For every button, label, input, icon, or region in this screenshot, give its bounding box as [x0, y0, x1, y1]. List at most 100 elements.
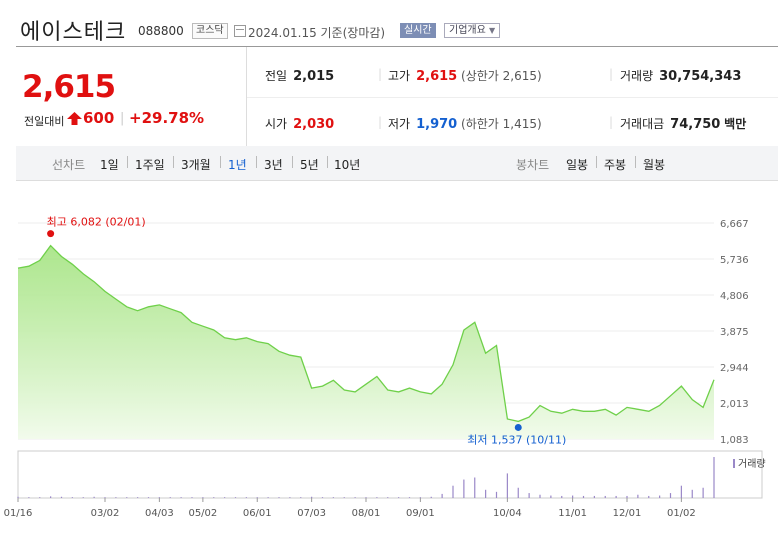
volume-bar	[158, 497, 160, 498]
tab-weekly[interactable]: 주봉	[604, 156, 626, 173]
y-tick-label: 2,013	[720, 399, 749, 410]
divider	[292, 156, 293, 168]
y-tick-label: 1,083	[720, 435, 749, 446]
y-tick-label: 5,736	[720, 255, 749, 266]
x-tick-label: 01/02	[667, 508, 696, 519]
volume-bar	[180, 497, 182, 498]
volume-bar	[137, 497, 139, 498]
stock-code: 088800	[138, 24, 184, 38]
stock-name: 에이스테크	[20, 20, 127, 45]
volume-bar	[50, 496, 52, 498]
volume-bar	[39, 497, 41, 498]
tab-3m[interactable]: 3개월	[181, 156, 211, 173]
volume-bar	[550, 495, 552, 498]
volume-panel	[17, 450, 763, 499]
tab-1d[interactable]: 1일	[100, 156, 119, 173]
volume-bar	[517, 487, 519, 498]
volume-bar	[474, 477, 476, 498]
low-price: 저가 1,970 (하한가 1,415)	[388, 115, 542, 132]
volume-bar	[224, 497, 226, 498]
candle-chart-label: 봉차트	[516, 158, 550, 172]
volume-bar	[104, 497, 106, 498]
market-badge: 코스닥	[192, 23, 228, 39]
divider	[220, 156, 221, 168]
amount-value: 74,750	[670, 117, 721, 132]
volume-bar	[267, 497, 269, 498]
y-tick-label: 6,667	[720, 219, 749, 230]
volume-bar	[289, 497, 291, 498]
company-overview-dropdown[interactable]: 기업개요 ▼	[444, 23, 501, 38]
volume-bar	[528, 493, 530, 498]
low-label: 최저 1,537 (10/11)	[467, 433, 566, 446]
high-label: 고가	[388, 69, 411, 83]
divider: |	[609, 67, 614, 81]
volume-bar	[615, 495, 617, 498]
tab-monthly[interactable]: 월봉	[643, 156, 665, 173]
volume-bar	[582, 495, 585, 498]
volume-bar	[593, 495, 595, 498]
tab-10y[interactable]: 10년	[334, 156, 360, 173]
line-chart-label: 선차트	[52, 158, 86, 172]
volume-value: 30,754,343	[659, 69, 742, 84]
volume-bar	[430, 496, 432, 498]
divider	[635, 156, 636, 168]
volume-bar	[691, 489, 693, 498]
volume-bar	[572, 495, 574, 498]
tab-5y[interactable]: 5년	[300, 156, 319, 173]
y-tick-label: 2,944	[720, 363, 749, 374]
volume-bar	[506, 473, 508, 498]
trade-amount: 거래대금 74,750 백만	[620, 115, 746, 132]
volume-bar	[637, 494, 639, 498]
calendar-icon	[234, 25, 246, 37]
volume-bar	[365, 497, 367, 498]
volume-bar	[408, 497, 411, 498]
volume-bar	[604, 495, 606, 498]
volume-legend-swatch	[733, 459, 735, 468]
divider	[596, 156, 597, 168]
tab-1y[interactable]: 1년	[228, 156, 247, 173]
volume-bar	[343, 497, 345, 498]
divider	[173, 156, 174, 168]
volume-bar	[452, 485, 454, 498]
tab-1w[interactable]: 1주일	[135, 156, 165, 173]
volume-bar	[60, 496, 63, 498]
volume-label: 거래량	[620, 69, 654, 83]
volume-bar	[82, 497, 84, 498]
open-price: 시가 2,030	[265, 115, 334, 132]
volume-bar	[202, 497, 204, 498]
low-label: 저가	[388, 117, 411, 131]
volume-bar	[669, 493, 672, 498]
volume-bar	[376, 497, 378, 498]
volume-bar	[115, 497, 117, 498]
volume-bar	[659, 495, 661, 498]
base-date: 2024.01.15 기준(장마감)	[248, 26, 386, 40]
lower-limit: (하한가 1,415)	[461, 117, 542, 131]
volume-bar	[169, 497, 171, 498]
amount-label: 거래대금	[620, 117, 665, 131]
chevron-down-icon: ▼	[489, 26, 496, 35]
price-area	[18, 245, 714, 439]
volume-bar	[387, 497, 389, 498]
x-tick-label: 12/01	[613, 508, 642, 519]
volume-bar	[561, 495, 563, 498]
price-summary: 2,615 전일대비 600 | +29.78% 전일 2,015 | 고가 2,6…	[16, 46, 778, 148]
divider: |	[378, 115, 383, 129]
volume-bar	[28, 497, 30, 498]
volume-bar	[234, 497, 237, 498]
low-marker	[514, 423, 522, 431]
tab-daily[interactable]: 일봉	[566, 156, 588, 173]
volume-bar	[71, 497, 73, 498]
volume-bar	[441, 493, 443, 498]
realtime-button[interactable]: 실시간	[400, 23, 436, 38]
upper-limit: (상한가 2,615)	[461, 69, 542, 83]
volume-bar	[713, 457, 715, 498]
stock-header: 에이스테크 088800 코스닥 2024.01.15 기준(장마감) 실시간 …	[0, 0, 779, 46]
volume-bar	[398, 497, 400, 498]
x-tick-label: 03/02	[91, 508, 120, 519]
change-value: 600	[83, 109, 115, 127]
volume-bar	[680, 485, 682, 498]
divider	[256, 156, 257, 168]
tab-3y[interactable]: 3년	[264, 156, 283, 173]
volume-bar	[213, 497, 215, 498]
chart-period-tabs: 선차트 1일 1주일 3개월 1년 3년 5년 10년 봉차트 일봉 주봉 월봉	[16, 146, 778, 181]
